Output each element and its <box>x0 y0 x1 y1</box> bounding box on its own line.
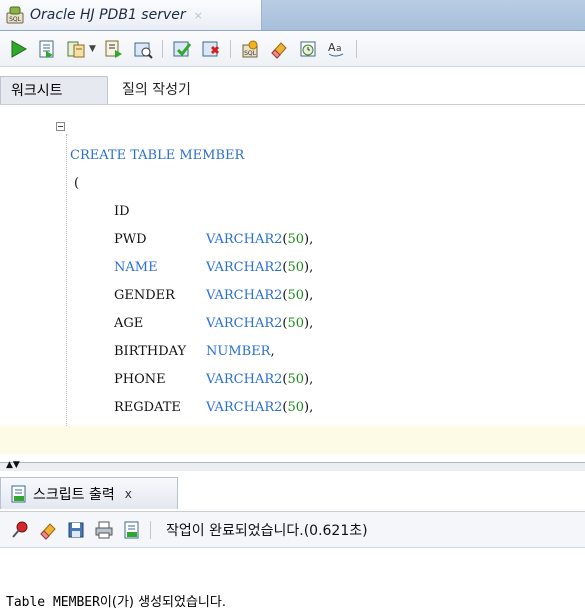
toolbar-divider <box>355 39 357 58</box>
rollback-icon[interactable] <box>201 39 221 59</box>
run-script-icon[interactable] <box>37 39 57 59</box>
column-definition: PHONE VARCHAR2(50), <box>0 338 585 415</box>
svg-text:A: A <box>328 41 336 54</box>
toolbar-divider <box>150 520 151 539</box>
eraser-icon[interactable] <box>38 520 58 540</box>
column-definition: GENDER VARCHAR2(50), <box>0 254 585 331</box>
column-name: REGDATE <box>114 400 181 415</box>
chevron-down-icon[interactable]: ▼ <box>89 44 96 54</box>
worksheet-subtabs: 워크시트 질의 작성기 <box>0 76 585 105</box>
run-statement-icon[interactable] <box>8 39 28 59</box>
sql-tuning-icon[interactable] <box>133 39 153 59</box>
column-definition: AGE NUMBER, <box>0 282 585 359</box>
save-icon[interactable] <box>66 520 86 540</box>
document-tabstrip: SQL Oracle HJ PDB1 server × <box>0 0 585 31</box>
toolbar-divider <box>161 39 163 58</box>
svg-text:a: a <box>336 44 342 54</box>
column-definition: BIRTHDAY VARCHAR2(50), <box>0 310 585 387</box>
pin-icon[interactable] <box>10 520 30 540</box>
tab-query-builder[interactable]: 질의 작성기 <box>112 76 201 104</box>
output-message-prefix: Table MEMBER <box>6 595 100 610</box>
eraser-icon[interactable] <box>269 39 289 59</box>
column-type: VARCHAR2(50), <box>206 400 314 415</box>
script-output-icon <box>9 484 29 504</box>
column-definition: PWD VARCHAR2(50), <box>0 198 585 275</box>
code-line-current: ); <box>0 426 585 461</box>
svg-text:SQL: SQL <box>244 50 257 57</box>
output-message-suffix: 이(가) 생성되었습니다. <box>99 595 226 610</box>
svg-text:SQL: SQL <box>9 16 22 23</box>
sql-editor[interactable]: CREATE TABLE MEMBER ( ID VARCHAR2(50), P… <box>0 106 585 461</box>
code-line: CREATE TABLE MEMBER <box>0 114 585 163</box>
history-icon[interactable] <box>298 39 318 59</box>
explain-plan-icon[interactable] <box>104 39 124 59</box>
worksheet-document-tab[interactable]: SQL Oracle HJ PDB1 server × <box>0 0 262 30</box>
code-line: ( <box>0 142 585 191</box>
sql-worksheet-icon: SQL <box>6 6 24 24</box>
commit-icon[interactable] <box>172 39 192 59</box>
toolbar-divider <box>229 39 231 58</box>
script-output-icon[interactable] <box>122 520 142 540</box>
column-definition: ID VARCHAR2(50), <box>0 170 585 247</box>
script-output-body[interactable]: Table MEMBER이(가) 생성되었습니다. <box>0 549 585 615</box>
tab-script-output[interactable]: 스크립트 출력 x <box>0 477 178 509</box>
tab-worksheet[interactable]: 워크시트 <box>0 76 108 104</box>
column-definition: REGDATE DATE <box>0 366 585 443</box>
task-status: 작업이 완료되었습니다.(0.621초) <box>166 522 368 539</box>
clear-icon[interactable]: SQL <box>240 39 260 59</box>
worksheet-toolbar: ▼ SQL Aa <box>0 31 585 67</box>
column-definition: NAME VARCHAR2(50), <box>0 226 585 303</box>
document-tab-title: Oracle HJ PDB1 server <box>30 7 186 23</box>
close-icon[interactable]: x <box>125 487 132 501</box>
close-paren: ); <box>74 454 83 461</box>
output-message: Table MEMBER이(가) 생성되었습니다. <box>6 591 226 610</box>
autotrace-icon[interactable] <box>66 39 86 59</box>
close-icon[interactable]: × <box>194 9 203 22</box>
splitter-arrows-icon[interactable]: ▲▼ <box>6 461 20 470</box>
output-toolbar: 작업이 완료되었습니다.(0.621초) <box>0 512 585 548</box>
script-output-tab-label: 스크립트 출력 <box>33 486 115 503</box>
format-icon[interactable]: Aa <box>327 39 347 59</box>
print-icon[interactable] <box>94 520 114 540</box>
output-tabbar: 스크립트 출력 x <box>0 471 585 512</box>
